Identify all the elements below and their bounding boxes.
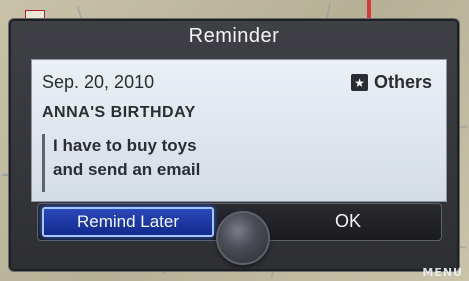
ok-button[interactable]: OK [308,207,388,237]
event-title: ANNA'S BIRTHDAY [42,104,196,121]
remind-later-button[interactable]: Remind Later [42,207,214,237]
interface-dial-icon [216,211,270,265]
note-line: I have to buy toys [53,136,197,155]
reminder-note: I have to buy toys and send an email [42,134,422,192]
dialog-title: Reminder [188,25,280,47]
reminder-date: Sep. 20, 2010 [42,72,155,92]
reminder-content: Sep. 20, 2010 ★ Others ANNA'S BIRTHDAY I… [31,59,447,202]
reminder-dialog: Reminder Sep. 20, 2010 ★ Others ANNA'S B… [8,18,460,272]
category-label: Others [373,72,432,92]
star-icon: ★ [350,74,368,91]
note-line: and send an email [53,160,201,179]
reminder-category: ★ Others [350,72,432,93]
menu-label: MENU [422,266,463,279]
